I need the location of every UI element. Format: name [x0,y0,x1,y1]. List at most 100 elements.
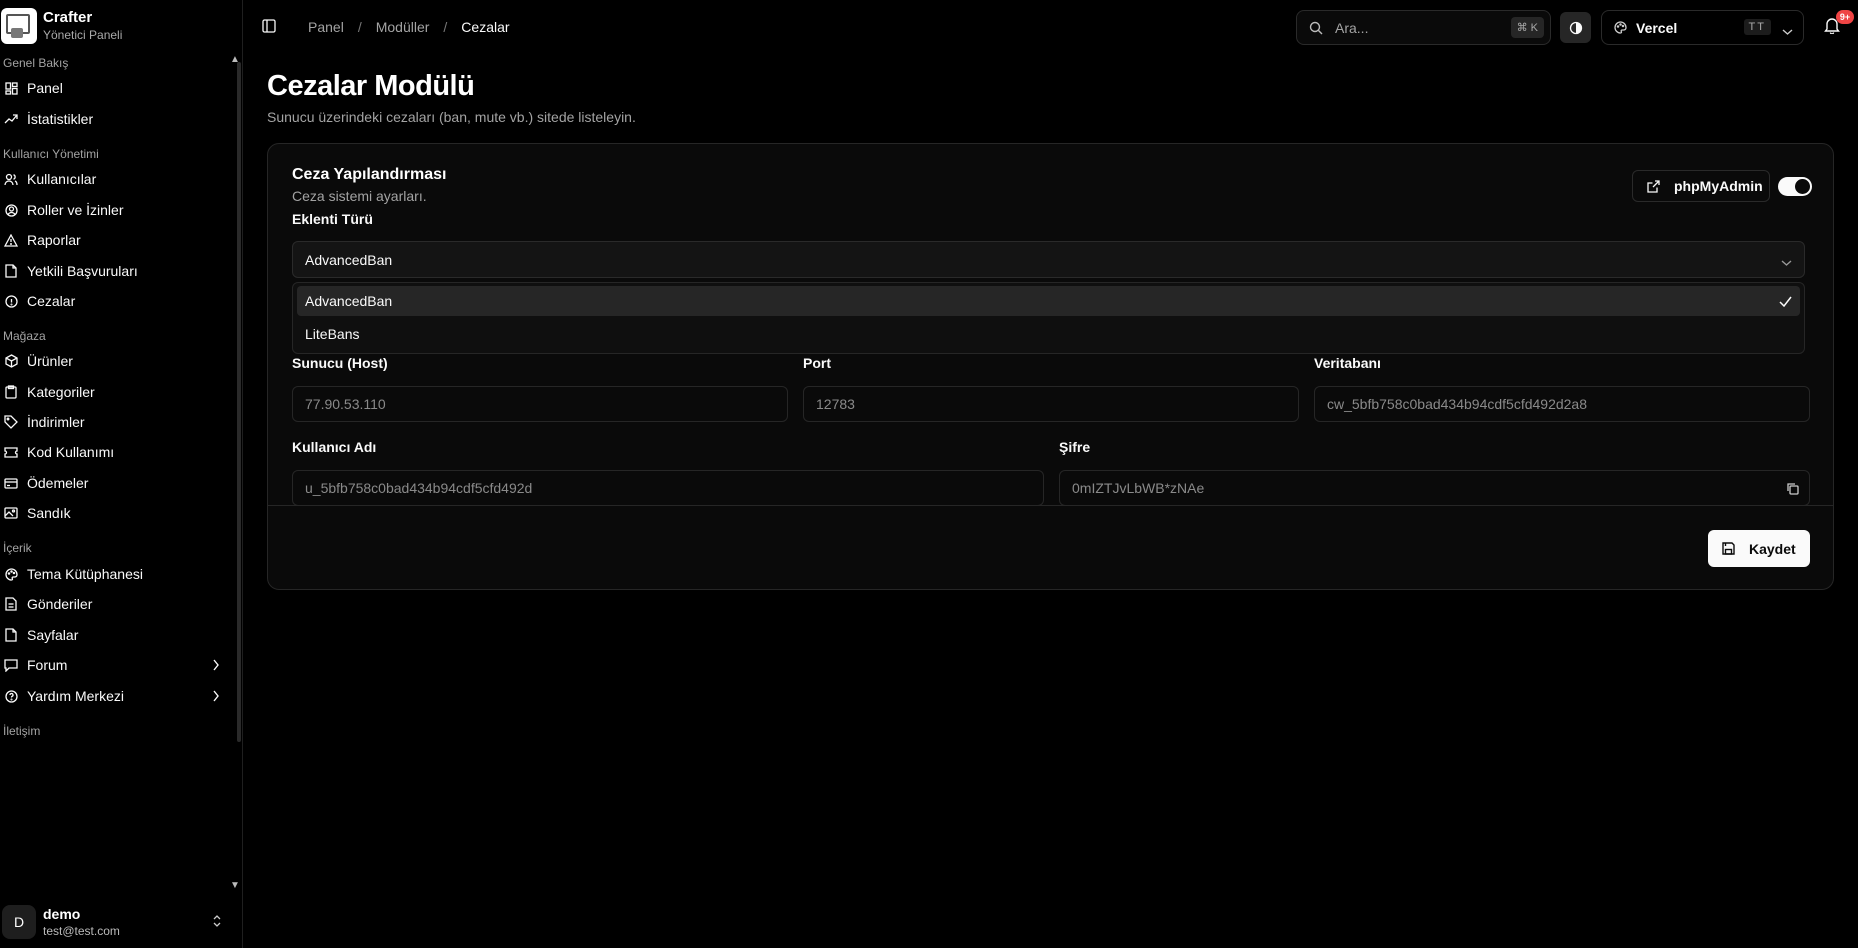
sidebar-item-roles[interactable]: Roller ve İzinler [0,195,228,225]
sidebar-item-label: Yetkili Başvuruları [27,263,138,279]
sidebar-item-posts[interactable]: Gönderiler [0,589,228,619]
sidebar-item-label: Cezalar [27,293,76,309]
save-button[interactable]: Kaydet [1708,530,1810,567]
sidebar-item-label: Forum [27,657,68,673]
info-icon [4,294,18,308]
database-value: cw_5bfb758c0bad434b94cdf5cfd492d2a8 [1327,396,1588,412]
sidebar-item-label: Sandık [27,505,71,521]
sidebar-scrollbar[interactable] [237,62,241,742]
card-title: Ceza Yapılandırması [292,166,447,183]
card-description: Ceza sistemi ayarları. [292,188,427,204]
sidebar-item-theme-library[interactable]: Tema Kütüphanesi [0,559,228,589]
sidebar-item-label: Panel [27,80,63,96]
username-value: u_5bfb758c0bad434b94cdf5cfd492d [305,480,533,496]
team-switcher[interactable]: Vercel TT [1601,10,1804,45]
breadcrumb-current: Cezalar [461,19,510,35]
sidebar-item-stats[interactable]: İstatistikler [0,104,228,134]
sidebar-item-help-center[interactable]: Yardım Merkezi [0,681,228,711]
option-advancedban[interactable]: AdvancedBan [297,286,1800,316]
brand[interactable]: Crafter Yönetici Paneli [0,6,122,46]
username-input[interactable]: u_5bfb758c0bad434b94cdf5cfd492d [292,470,1044,506]
sidebar-item-users[interactable]: Kullanıcılar [0,164,228,194]
sidebar-item-products[interactable]: Ürünler [0,346,228,376]
check-icon [1779,294,1792,312]
page-icon [4,628,18,642]
option-litebans[interactable]: LiteBans [297,319,1800,349]
team-badge: TT [1743,19,1771,35]
help-icon [4,689,18,703]
section-label-store: Mağaza [3,329,46,343]
message-icon [4,658,18,672]
port-input[interactable]: 12783 [803,386,1299,422]
search-icon [1309,21,1323,35]
sidebar-item-label: Sayfalar [27,627,79,643]
copy-icon[interactable] [1786,482,1799,500]
scroll-down-icon[interactable]: ▼ [230,880,240,891]
sidebar-item-punishments[interactable]: Cezalar [0,286,228,316]
chevron-down-icon [1781,254,1792,272]
password-value: 0mIZTJvLbWB*zNAe [1072,480,1205,496]
breadcrumb-modules[interactable]: Modüller [376,19,430,35]
sidebar-item-discounts[interactable]: İndirimler [0,407,228,437]
dashboard-icon [4,81,18,95]
plugin-type-value: AdvancedBan [305,251,393,268]
section-label-contact: İletişim [3,724,41,738]
sidebar-item-applications[interactable]: Yetkili Başvuruları [0,256,228,286]
users-icon [4,172,18,186]
sidebar-toggle-icon[interactable] [262,19,276,33]
chevrons-up-down-icon [212,914,222,933]
sidebar-item-label: Kullanıcılar [27,171,97,187]
sidebar-item-forum[interactable]: Forum [0,650,228,680]
brand-name: Crafter [43,9,93,26]
database-input[interactable]: cw_5bfb758c0bad434b94cdf5cfd492d2a8 [1314,386,1810,422]
plugin-type-dropdown: AdvancedBan LiteBans [292,282,1805,354]
sidebar-item-payments[interactable]: Ödemeler [0,468,228,498]
sidebar-item-label: Gönderiler [27,596,93,612]
punishment-config-card: Ceza Yapılandırması Ceza sistemi ayarlar… [267,143,1834,590]
phpmyadmin-button[interactable]: phpMyAdmin [1632,170,1770,202]
plugin-type-label: Eklenti Türü [292,211,373,227]
palette-icon [4,567,18,581]
user-name: demo [43,905,81,922]
document-icon [4,597,18,611]
card-divider [268,505,1833,506]
card-icon [4,476,18,490]
host-input[interactable]: 77.90.53.110 [292,386,788,422]
sidebar-item-chest[interactable]: Sandık [0,498,228,528]
sidebar-item-label: Ödemeler [27,475,89,491]
brand-subtitle: Yönetici Paneli [43,28,123,42]
module-enabled-toggle[interactable] [1778,177,1812,196]
sidebar-item-panel[interactable]: Panel [0,73,228,103]
notification-badge: 9+ [1836,10,1854,24]
section-label-overview: Genel Bakış [3,56,69,70]
warning-icon [4,233,18,247]
box-icon [4,354,18,368]
theme-toggle-button[interactable] [1560,12,1591,43]
sidebar-item-label: Kategoriler [27,384,95,400]
breadcrumb-separator: / [443,19,448,35]
user-circle-icon [4,203,18,217]
search-input[interactable]: Ara... ⌘ K [1296,10,1551,45]
password-label: Şifre [1059,439,1091,455]
sidebar-item-categories[interactable]: Kategoriler [0,377,228,407]
sidebar-item-label: İstatistikler [27,111,94,127]
tag-icon [4,415,18,429]
plugin-type-select[interactable]: AdvancedBan [292,241,1805,278]
password-input[interactable]: 0mIZTJvLbWB*zNAe [1059,470,1810,506]
ticket-icon [4,445,18,459]
sidebar-item-pages[interactable]: Sayfalar [0,620,228,650]
sidebar-item-label: Kod Kullanımı [27,444,115,460]
image-icon [4,506,18,520]
sidebar-item-label: Ürünler [27,353,73,369]
chevron-right-icon [212,658,220,676]
sidebar-item-reports[interactable]: Raporlar [0,225,228,255]
breadcrumb-separator: / [357,19,362,35]
save-icon [1722,542,1735,555]
user-menu[interactable]: D demo test@test.com [0,902,236,942]
host-label: Sunucu (Host) [292,355,388,371]
sidebar-item-code-usage[interactable]: Kod Kullanımı [0,437,228,467]
breadcrumb-panel[interactable]: Panel [308,19,344,35]
sidebar: Crafter Yönetici Paneli ▲ Genel Bakış Pa… [0,0,243,948]
port-label: Port [803,355,831,371]
sidebar-nav: Genel Bakış Panel İstatistikler Kullanıc… [0,52,236,890]
